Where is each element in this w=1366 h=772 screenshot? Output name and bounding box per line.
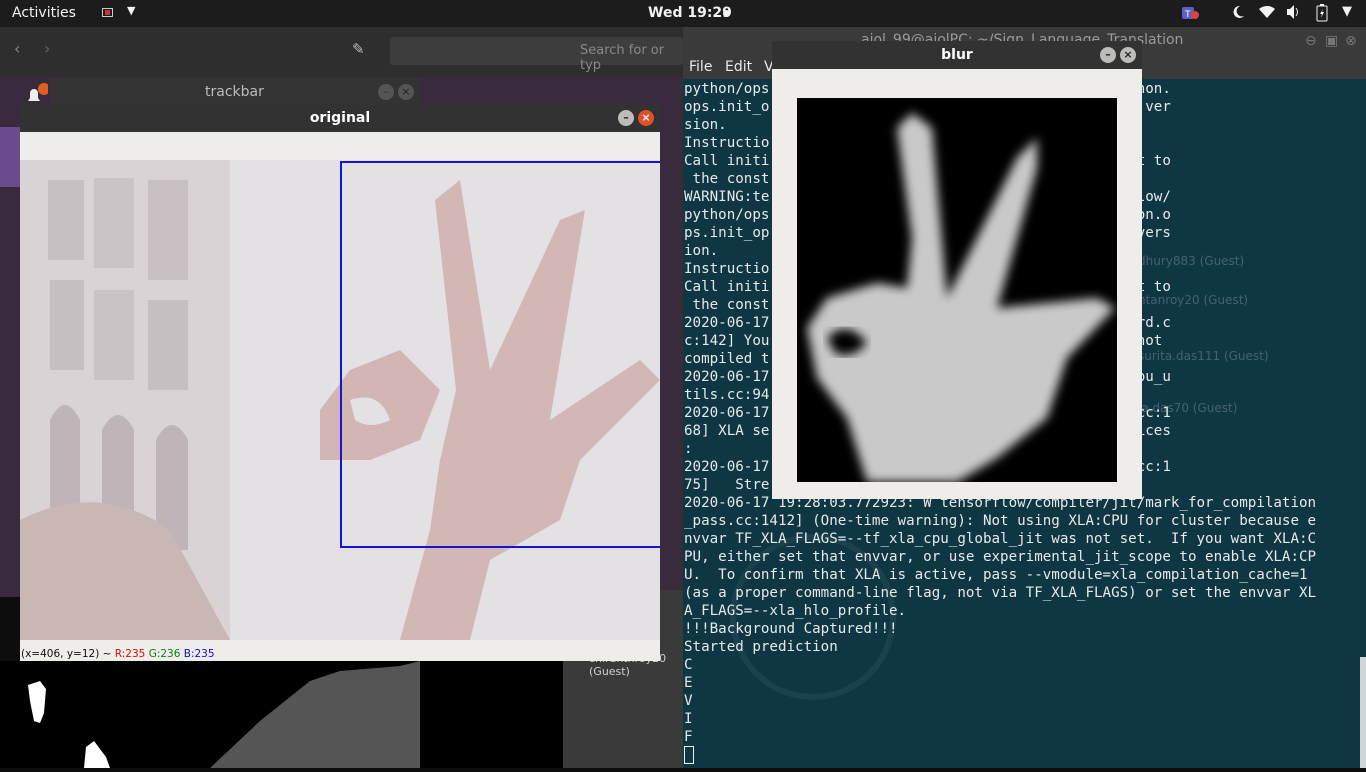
original-title: original <box>309 110 371 126</box>
trackbar-title: trackbar <box>205 84 264 100</box>
sidebar-highlight <box>0 127 20 187</box>
close-button[interactable]: × <box>638 110 654 126</box>
blur-title: blur <box>941 47 973 63</box>
search-placeholder: Search for or typ <box>580 43 665 73</box>
green-value: G:236 <box>148 648 181 660</box>
teams-icon[interactable]: T <box>1180 4 1202 26</box>
blurred-hand-image <box>797 98 1117 482</box>
search-input[interactable]: Search for or typ <box>390 37 683 73</box>
minimize-icon[interactable]: ⊖ <box>1305 33 1317 49</box>
menu-edit[interactable]: Edit <box>725 59 752 75</box>
minimize-button[interactable]: – <box>618 110 634 126</box>
minimize-button[interactable]: – <box>1100 47 1116 63</box>
minimize-button[interactable]: – <box>378 84 394 100</box>
volume-icon[interactable] <box>1286 4 1302 24</box>
top-panel: Activities ▼ Wed 19:29 T ▼ <box>0 0 1366 27</box>
terminal-cursor <box>684 746 694 764</box>
notification-dot-icon <box>723 10 730 17</box>
close-button[interactable]: × <box>1120 47 1136 63</box>
close-icon[interactable]: ⊗ <box>1345 33 1357 49</box>
blur-window[interactable]: blur – × <box>772 41 1142 499</box>
chevron-down-icon[interactable]: ▼ <box>127 4 135 17</box>
close-button[interactable]: × <box>398 84 414 100</box>
cursor-coords: (x=406, y=12) ~ <box>21 648 115 660</box>
compose-icon[interactable]: ✎ <box>352 40 365 58</box>
app-menu-icon[interactable] <box>102 8 113 17</box>
notifications-bell-icon[interactable] <box>24 83 50 103</box>
night-light-icon[interactable] <box>1230 4 1246 24</box>
menu-file[interactable]: File <box>689 59 712 75</box>
svg-text:T: T <box>1184 10 1191 20</box>
wifi-icon[interactable] <box>1258 4 1276 24</box>
maximize-icon[interactable]: ▣ <box>1325 33 1338 49</box>
original-titlebar[interactable]: original – × <box>20 104 660 132</box>
mask-window <box>0 661 563 768</box>
red-value: R:235 <box>114 648 146 660</box>
background-app-header: ‹ › ✎ Search for or typ <box>0 27 683 77</box>
blur-titlebar[interactable]: blur – × <box>772 41 1142 69</box>
system-menu-chevron-icon[interactable]: ▼ <box>1342 4 1352 19</box>
battery-icon[interactable] <box>1315 4 1329 26</box>
blue-value: B:235 <box>183 648 215 660</box>
roi-box <box>340 161 660 548</box>
forward-icon[interactable]: › <box>44 39 50 58</box>
back-icon[interactable]: ‹ <box>14 39 20 58</box>
original-window[interactable]: original – × (x=406, y=12) ~ R:235 G:236… <box>20 104 660 661</box>
camera-frame[interactable] <box>20 160 660 640</box>
terminal-scrollbar[interactable] <box>1360 657 1366 768</box>
pixel-status-line: (x=406, y=12) ~ R:235 G:236 B:235 <box>21 648 215 660</box>
activities-button[interactable]: Activities <box>12 5 76 21</box>
clock[interactable]: Wed 19:29 <box>648 5 732 21</box>
